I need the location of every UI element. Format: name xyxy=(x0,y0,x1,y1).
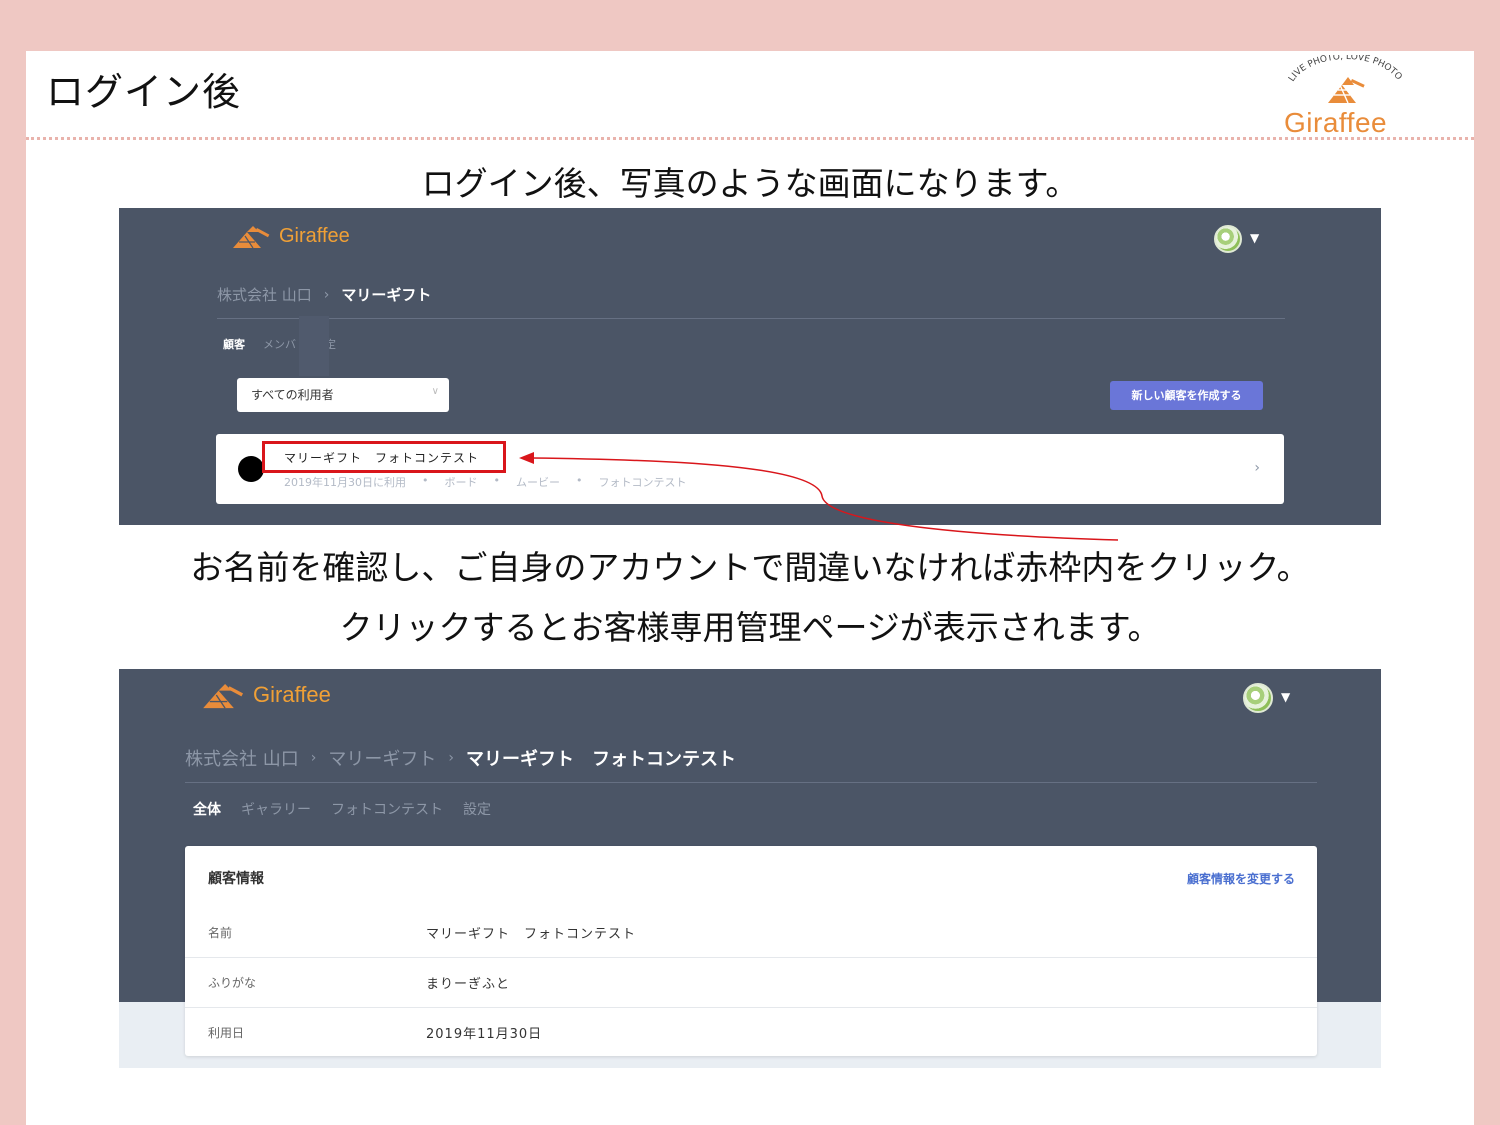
chevron-right-icon: › xyxy=(448,750,454,766)
tab-overview[interactable]: 全体 xyxy=(193,799,221,819)
info-row: 利用日 2019年11月30日 xyxy=(185,1008,1317,1058)
divider xyxy=(185,782,1317,783)
create-customer-button[interactable]: 新しい顧客を作成する xyxy=(1110,381,1263,410)
breadcrumb-item[interactable]: マリーギフト xyxy=(328,745,436,771)
breadcrumb-current: マリーギフト フォトコンテスト xyxy=(465,749,736,770)
tab-customers[interactable]: 顧客 xyxy=(223,336,245,352)
caption-result: クリックするとお客様専用管理ページが表示されます。 xyxy=(339,608,1161,647)
giraffe-logo-icon xyxy=(233,226,270,248)
customer-meta: 2019年11月30日に利用 • ボード • ムービー • フォトコンテスト xyxy=(284,474,687,490)
giraffe-logo-icon xyxy=(203,684,244,709)
chevron-right-icon: › xyxy=(1254,460,1260,476)
info-label: ふりがな xyxy=(208,976,257,990)
customer-avatar xyxy=(238,456,264,482)
user-filter-select[interactable]: すべての利用者 ∨ xyxy=(237,378,449,412)
caption-top: ログイン後、写真のような画面になります。 xyxy=(421,164,1079,203)
chevron-down-icon: ∨ xyxy=(431,386,439,397)
meta-separator: • xyxy=(422,474,429,487)
user-avatar[interactable] xyxy=(1243,683,1273,713)
app-logo-text: Giraffee xyxy=(279,224,350,247)
info-label: 利用日 xyxy=(208,1026,245,1040)
customer-tag: ボード xyxy=(444,476,478,489)
customer-info-card: 顧客情報 顧客情報を変更する 名前 マリーギフト フォトコンテスト ふりがな ま… xyxy=(185,846,1317,1056)
svg-text:LIVE PHOTO, LOVE PHOTO: LIVE PHOTO, LOVE PHOTO xyxy=(1287,55,1403,84)
info-row: 名前 マリーギフト フォトコンテスト xyxy=(185,908,1317,958)
info-row: ふりがな まりーぎふと xyxy=(185,958,1317,1008)
info-value: 2019年11月30日 xyxy=(426,1027,543,1042)
caret-down-icon[interactable]: ▼ xyxy=(1281,690,1290,704)
brand-tagline: LIVE PHOTO, LOVE PHOTO xyxy=(1287,55,1403,84)
customer-date: 2019年11月30日に利用 xyxy=(284,476,406,489)
user-filter-value: すべての利用者 xyxy=(251,388,334,402)
tab-settings[interactable]: 設定 xyxy=(463,799,491,819)
caret-down-icon[interactable]: ▼ xyxy=(1250,231,1259,245)
breadcrumb: 株式会社 山口 › マリーギフト › マリーギフト フォトコンテスト xyxy=(185,745,736,771)
redaction-overlay xyxy=(299,316,329,376)
info-value: まりーぎふと xyxy=(426,977,511,992)
giraffe-logo-icon: LIVE PHOTO, LOVE PHOTO xyxy=(1287,55,1404,104)
breadcrumb: 株式会社 山口 › マリーギフト xyxy=(217,284,431,305)
card-title: 顧客情報 xyxy=(208,871,264,887)
highlight-frame xyxy=(262,441,506,473)
app-logo[interactable]: Giraffee xyxy=(201,681,331,709)
breadcrumb-item[interactable]: 株式会社 山口 xyxy=(185,745,299,771)
divider xyxy=(26,137,1474,140)
edit-customer-link[interactable]: 顧客情報を変更する xyxy=(1187,870,1295,887)
meta-separator: • xyxy=(493,474,501,487)
screenshot-customer-list: Giraffee ▼ 株式会社 山口 › マリーギフト 顧客 メンバ 設定 すべ… xyxy=(119,208,1381,525)
brand-logo: LIVE PHOTO, LOVE PHOTO Giraffee xyxy=(1276,55,1416,141)
chevron-right-icon: › xyxy=(310,750,317,766)
app-logo-text: Giraffee xyxy=(253,682,331,707)
breadcrumb-item[interactable]: 株式会社 山口 xyxy=(217,284,312,305)
customer-tag: ムービー xyxy=(516,476,560,489)
tab-bar: 全体 ギャラリー フォトコンテスト 設定 xyxy=(193,799,491,819)
slide-title: ログイン後 xyxy=(46,70,242,114)
tab-gallery[interactable]: ギャラリー xyxy=(241,799,311,819)
breadcrumb-current: マリーギフト xyxy=(341,286,432,304)
slide: ログイン後 LIVE PHOTO, LOVE PHOTO Giraffee ログ… xyxy=(26,51,1474,1125)
tab-members[interactable]: メンバ xyxy=(263,336,296,352)
user-avatar[interactable] xyxy=(1214,225,1242,253)
screenshot-customer-detail: Giraffee ▼ 株式会社 山口 › マリーギフト › マリーギフト フォト… xyxy=(119,669,1381,1068)
meta-separator: • xyxy=(576,474,583,487)
info-label: 名前 xyxy=(208,926,233,940)
customer-tag: フォトコンテスト xyxy=(598,476,687,489)
brand-name: Giraffee xyxy=(1284,107,1388,138)
caption-instruction: お名前を確認し、ご自身のアカウントで間違いなければ赤枠内をクリック。 xyxy=(190,548,1310,587)
tab-photo-contest[interactable]: フォトコンテスト xyxy=(331,799,443,819)
customer-list-item[interactable]: マリーギフト フォトコンテスト 2019年11月30日に利用 • ボード • ム… xyxy=(216,434,1284,504)
app-logo[interactable]: Giraffee xyxy=(231,224,350,248)
chevron-right-icon: › xyxy=(323,286,330,303)
divider xyxy=(217,318,1285,319)
info-value: マリーギフト フォトコンテスト xyxy=(426,927,637,942)
